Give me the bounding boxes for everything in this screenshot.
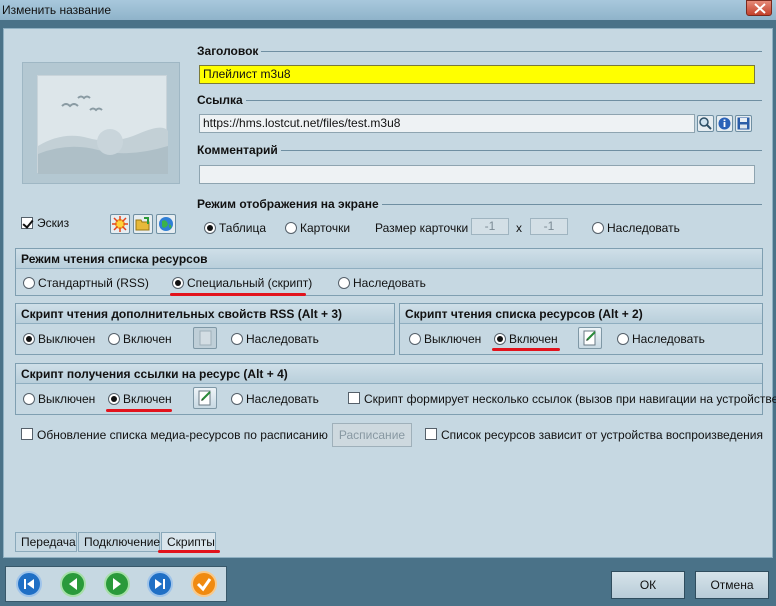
highlight-underline <box>158 550 220 553</box>
list-script-on-label: Включен <box>509 332 558 346</box>
ok-button[interactable]: ОК <box>611 571 685 599</box>
rss-script-on-label: Включен <box>123 332 172 346</box>
globe-icon[interactable] <box>156 214 176 234</box>
previous-record-icon[interactable] <box>60 571 86 597</box>
title-label: Заголовок <box>194 44 262 58</box>
card-size-label: Размер карточки <box>375 221 469 235</box>
edit-script-icon <box>198 390 211 406</box>
multi-links-label: Скрипт формирует несколько ссылок (вызов… <box>364 392 776 406</box>
link-script-inherit-label: Наследовать <box>246 392 319 406</box>
window-titlebar: Изменить название <box>0 0 776 20</box>
rss-script-radio-on[interactable] <box>108 333 120 345</box>
schedule-button[interactable]: Расписание <box>332 423 412 447</box>
display-mode-radio-table[interactable] <box>204 222 216 234</box>
device-dependent-label: Список ресурсов зависит от устройства во… <box>441 428 763 442</box>
schedule-update-checkbox[interactable] <box>21 428 33 440</box>
list-script-off-label: Выключен <box>424 332 482 346</box>
highlight-underline <box>106 409 172 412</box>
rss-script-radio-off[interactable] <box>23 333 35 345</box>
close-button[interactable] <box>746 0 772 16</box>
link-script-radio-off[interactable] <box>23 393 35 405</box>
window-title: Изменить название <box>2 3 112 17</box>
thumbnail-checkbox-label: Эскиз <box>37 216 70 230</box>
last-record-icon[interactable] <box>147 571 173 597</box>
rss-script-title: Скрипт чтения дополнительных свойств RSS… <box>16 304 394 324</box>
rss-script-radio-inherit[interactable] <box>231 333 243 345</box>
divider <box>194 100 762 101</box>
apply-check-icon[interactable] <box>191 571 217 597</box>
list-script-radio-inherit[interactable] <box>617 333 629 345</box>
card-height-input[interactable]: -1 <box>530 218 568 235</box>
burst-icon[interactable] <box>110 214 130 234</box>
link-script-on-label: Включен <box>123 392 172 406</box>
card-width-input[interactable]: -1 <box>471 218 509 235</box>
link-script-group: Скрипт получения ссылки на ресурс (Alt +… <box>15 363 763 415</box>
search-icon[interactable] <box>697 115 714 132</box>
tab-transmission[interactable]: Передача <box>15 532 77 552</box>
comment-input[interactable] <box>199 165 755 184</box>
read-mode-title: Режим чтения списка ресурсов <box>16 249 762 269</box>
image-placeholder-icon <box>37 75 168 174</box>
rss-script-edit-button[interactable] <box>193 327 217 349</box>
save-icon[interactable] <box>735 115 752 132</box>
display-mode-label: Режим отображения на экране <box>194 197 382 211</box>
link-script-edit-button[interactable] <box>193 387 217 409</box>
read-mode-special-label: Специальный (скрипт) <box>187 276 313 290</box>
highlight-underline <box>170 293 306 296</box>
title-input[interactable]: Плейлист m3u8 <box>199 65 755 84</box>
folder-open-icon[interactable] <box>133 214 153 234</box>
cancel-button[interactable]: Отмена <box>695 571 769 599</box>
card-size-separator: x <box>516 221 522 235</box>
multi-links-checkbox[interactable] <box>348 392 360 404</box>
rss-script-inherit-label: Наследовать <box>246 332 319 346</box>
device-dependent-checkbox[interactable] <box>425 428 437 440</box>
list-script-title: Скрипт чтения списка ресурсов (Alt + 2) <box>400 304 762 324</box>
link-script-radio-inherit[interactable] <box>231 393 243 405</box>
read-mode-radio-inherit[interactable] <box>338 277 350 289</box>
read-mode-radio-standard[interactable] <box>23 277 35 289</box>
close-icon <box>754 3 766 14</box>
link-script-radio-on[interactable] <box>108 393 120 405</box>
highlight-underline <box>492 348 560 351</box>
display-mode-inherit-label: Наследовать <box>607 221 680 235</box>
list-script-radio-off[interactable] <box>409 333 421 345</box>
schedule-update-label: Обновление списка медиа-ресурсов по расп… <box>37 428 328 442</box>
tab-scripts[interactable]: Скрипты <box>161 532 216 552</box>
link-label: Ссылка <box>194 93 246 107</box>
tab-connection[interactable]: Подключение <box>78 532 160 552</box>
rss-script-off-label: Выключен <box>38 332 96 346</box>
first-record-icon[interactable] <box>16 571 42 597</box>
link-input[interactable]: https://hms.lostcut.net/files/test.m3u8 <box>199 114 695 133</box>
link-script-off-label: Выключен <box>38 392 96 406</box>
display-mode-table-label: Таблица <box>219 221 267 235</box>
list-script-radio-on[interactable] <box>494 333 506 345</box>
edit-script-icon <box>583 330 596 346</box>
comment-label: Комментарий <box>194 143 281 157</box>
edit-script-icon <box>199 330 212 346</box>
list-script-inherit-label: Наследовать <box>632 332 705 346</box>
next-record-icon[interactable] <box>104 571 130 597</box>
divider <box>194 51 762 52</box>
display-mode-radio-inherit[interactable] <box>592 222 604 234</box>
list-script-edit-button[interactable] <box>578 327 602 349</box>
link-script-title: Скрипт получения ссылки на ресурс (Alt +… <box>16 364 762 384</box>
read-mode-standard-label: Стандартный (RSS) <box>38 276 149 290</box>
thumbnail-checkbox[interactable] <box>21 217 33 229</box>
thumbnail-preview <box>22 62 180 184</box>
read-mode-inherit-label: Наследовать <box>353 276 426 290</box>
info-icon[interactable] <box>716 115 733 132</box>
display-mode-radio-cards[interactable] <box>285 222 297 234</box>
read-mode-radio-special[interactable] <box>172 277 184 289</box>
display-mode-cards-label: Карточки <box>300 221 351 235</box>
